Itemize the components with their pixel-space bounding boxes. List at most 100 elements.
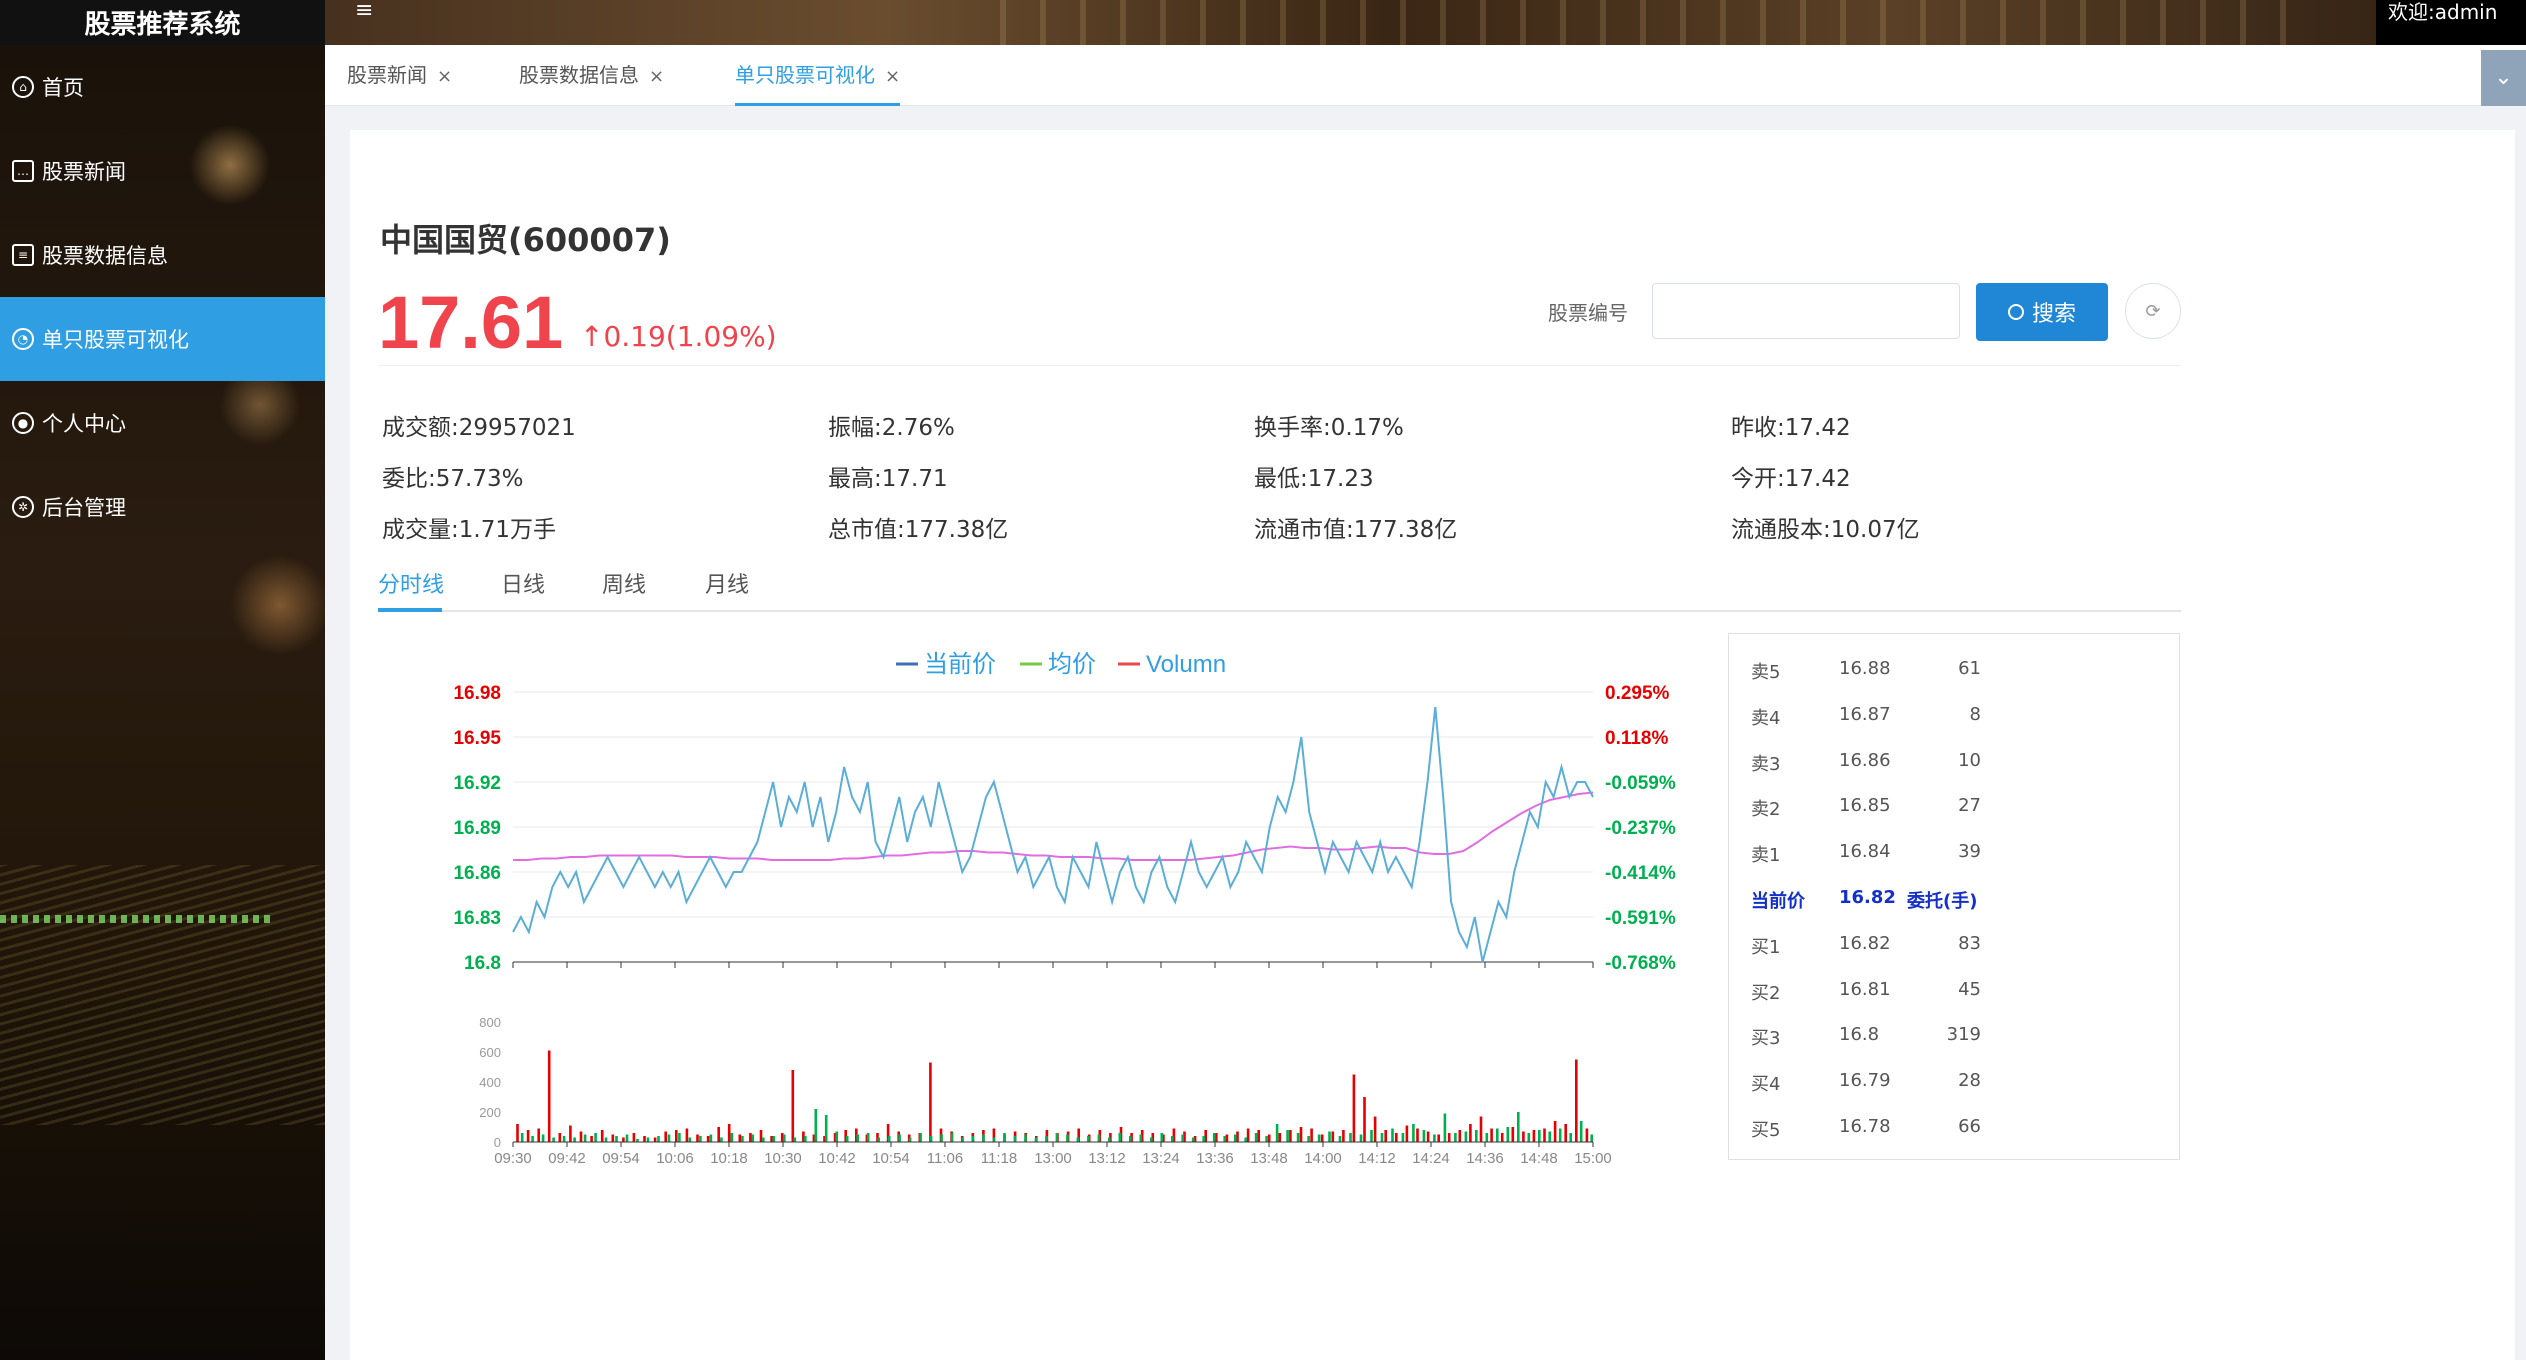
tab-intraday[interactable]: 分时线 (378, 567, 444, 599)
volume-bar-down (552, 1137, 555, 1142)
pct-tick-label: -0.591% (1605, 908, 1676, 929)
time-tick-label: 15:00 (1574, 1150, 1612, 1167)
stock-change: ↑0.19(1.09%) (580, 320, 777, 353)
volume-bar-up (1416, 1128, 1419, 1142)
volume-bar-down (573, 1137, 576, 1142)
sidebar-item-admin[interactable]: ✲ 后台管理 (0, 465, 325, 549)
orderbook-price: 16.85 (1839, 795, 1891, 817)
app-title: 股票推荐系统 (0, 0, 325, 45)
search-label: 股票编号 (1548, 301, 1628, 325)
search-button-label: 搜索 (2031, 302, 2076, 327)
price-tick-label: 16.8 (464, 953, 501, 974)
volume-bar-up (749, 1133, 752, 1142)
volume-bar-down (1265, 1136, 1268, 1142)
volume-bar-up (685, 1128, 689, 1142)
stock-code-input[interactable] (1652, 283, 1960, 339)
volume-bar-up (558, 1133, 562, 1142)
volume-bar-down (762, 1137, 765, 1142)
price-tick-label: 16.92 (453, 773, 501, 794)
volume-bar-down (1317, 1134, 1321, 1142)
search-button[interactable]: 搜索 (1976, 283, 2108, 341)
volume-bar-up (1426, 1131, 1430, 1142)
orderbook-volume: 66 (1958, 1116, 1981, 1137)
top-header (0, 0, 2526, 45)
volume-bar-up (579, 1131, 583, 1142)
volume-bar-down (1129, 1136, 1132, 1142)
sidebar-item-news[interactable]: … 股票新闻 (0, 129, 325, 213)
volume-bar-down (1475, 1130, 1478, 1142)
volume-bar-up (526, 1130, 530, 1142)
volume-bar-down (1254, 1133, 1258, 1142)
divider (378, 365, 2181, 366)
volume-bar-down (1443, 1113, 1447, 1142)
price-tick-label: 16.95 (453, 728, 501, 749)
volume-bar-down (1569, 1133, 1572, 1142)
tab-stock-news[interactable]: 股票新闻 × (347, 45, 452, 106)
volume-bar-up (1437, 1134, 1440, 1142)
orderbook-volume: 45 (1958, 978, 1981, 1000)
sidebar-item-stock-data[interactable]: ≡ 股票数据信息 (0, 213, 325, 297)
volume-bar-up (569, 1125, 572, 1142)
volume-bar-down (1275, 1124, 1279, 1142)
orderbook-label: 买4 (1751, 1074, 1781, 1096)
tab-weekly[interactable]: 周线 (602, 567, 646, 599)
volume-bar-down (982, 1134, 985, 1142)
orderbook-volume: 10 (1958, 749, 1981, 771)
orderbook-volume: 8 (1969, 703, 1981, 725)
refresh-icon[interactable]: ⟳ (2125, 283, 2181, 339)
close-icon[interactable]: × (649, 66, 664, 87)
tab-visualization[interactable]: 单只股票可视化 × (735, 45, 901, 106)
welcome-user[interactable]: 欢迎:admin (2376, 0, 2526, 45)
volume-bar-up (1278, 1133, 1282, 1142)
time-tick-label: 10:54 (872, 1150, 910, 1167)
volume-bar-down (898, 1134, 901, 1142)
volume-bar-down (1045, 1136, 1048, 1142)
volume-bar-up (1511, 1127, 1515, 1142)
pct-tick-label: 0.295% (1605, 683, 1670, 704)
tab-stock-data[interactable]: 股票数据信息 × (519, 45, 664, 106)
tab-daily[interactable]: 日线 (501, 567, 545, 599)
intraday-chart[interactable]: 当前价 均价 Volumn 16.98 16.95 16.92 16.89 16.86 16.… (378, 630, 1698, 1190)
volume-bar-down (678, 1133, 681, 1142)
volume-bar-down (520, 1133, 524, 1142)
legend-label: Volumn (1146, 651, 1226, 678)
volume-bar-up (537, 1128, 540, 1142)
volume-bar-down (1223, 1136, 1226, 1142)
user-icon: ● (12, 412, 34, 434)
volume-bar-down (1212, 1133, 1216, 1142)
orderbook-volume: 27 (1958, 795, 1981, 817)
close-icon[interactable]: × (437, 66, 452, 87)
volume-bar-down (709, 1134, 713, 1142)
volume-bar-down (1433, 1134, 1436, 1142)
time-tick-label: 14:00 (1304, 1150, 1342, 1167)
time-tick-label: 13:00 (1034, 1150, 1072, 1167)
volume-bar-up (929, 1062, 932, 1142)
price-tick-label: 16.89 (453, 818, 501, 839)
orderbook-volume: 委托(手) (1907, 891, 1978, 912)
volume-bar-down (1422, 1130, 1426, 1142)
volume-bar-up (1363, 1097, 1366, 1142)
volume-bar-down (1013, 1136, 1017, 1142)
avg-price-line (513, 791, 1594, 861)
volume-bar-up (1352, 1074, 1356, 1142)
volume-bar-down (699, 1136, 702, 1142)
time-tick-label: 09:30 (494, 1150, 532, 1167)
sidebar-item-home[interactable]: ⌂ 首页 (0, 45, 325, 129)
sidebar-item-label: 个人中心 (42, 412, 126, 436)
close-icon[interactable]: × (885, 66, 900, 87)
volume-bar-down (1108, 1137, 1111, 1142)
time-tick-label: 13:24 (1142, 1150, 1180, 1167)
volume-bar-down (824, 1115, 828, 1142)
header-background (1000, 0, 2300, 45)
legend-label: 均价 (1048, 651, 1096, 678)
volume-bar-down (1097, 1134, 1101, 1142)
sidebar-item-visualization[interactable]: ◔ 单只股票可视化 (0, 297, 325, 381)
chevron-down-icon[interactable]: ⌄ (2481, 50, 2526, 106)
hamburger-icon[interactable]: ≡ (355, 0, 373, 28)
volume-bar-up (653, 1137, 657, 1142)
stat-amplitude: 振幅:2.76% (828, 415, 955, 441)
orderbook-row: 卖4 16.87 8 (1729, 692, 2181, 738)
volume-tick-label: 800 (479, 1015, 501, 1030)
sidebar-item-profile[interactable]: ● 个人中心 (0, 381, 325, 465)
tab-monthly[interactable]: 月线 (705, 567, 749, 599)
